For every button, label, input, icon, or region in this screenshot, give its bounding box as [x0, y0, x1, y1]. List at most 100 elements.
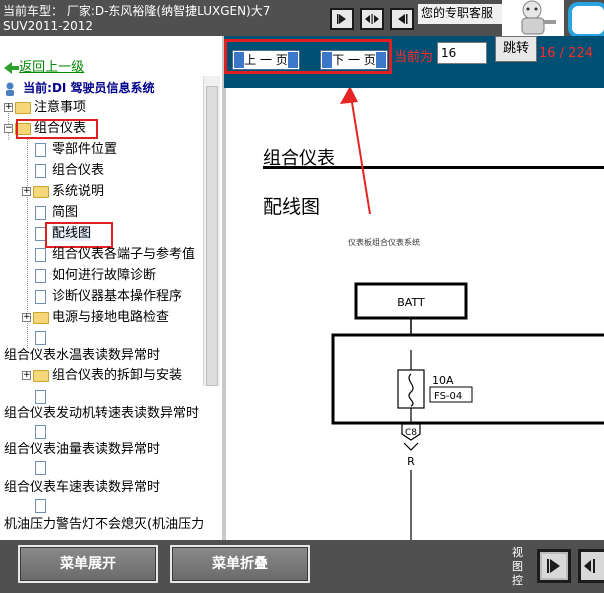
current-page-label: 当前为 [394, 50, 434, 65]
left-cap-icon [322, 52, 332, 68]
document-icon [35, 163, 46, 178]
tree-item-label: 如何进行故障诊断 [52, 268, 157, 283]
nav-right-button[interactable] [330, 8, 354, 30]
arrow-left-icon [398, 14, 408, 24]
document-icon [35, 247, 46, 262]
tree-item-oil-pressure[interactable]: 机油压力警告灯不会熄灭(机油压力 [4, 515, 204, 535]
tree-item-removal-install[interactable]: + 组合仪表的拆卸与安装 [22, 366, 182, 386]
tree-item-label: 系统说明 [52, 184, 105, 199]
folder-icon [33, 185, 49, 198]
tree-item-terminals[interactable]: 组合仪表各端子与参考值 [35, 245, 195, 265]
next-page-button[interactable]: 下 一 页 [320, 50, 388, 70]
nav-left-button[interactable] [390, 8, 414, 30]
tree-item-label: 组合仪表水温表读数异常时 [4, 348, 161, 363]
car-model-line2: SUV2011-2012 [3, 19, 94, 33]
document-icon [35, 205, 46, 220]
tree-item-label: 组合仪表油量表读数异常时 [4, 442, 161, 457]
expand-toggle-icon[interactable]: + [22, 371, 31, 380]
page-number-input[interactable] [437, 42, 487, 64]
tree-item-system-description[interactable]: + 系统说明 [22, 182, 104, 202]
back-link-row[interactable]: 返回上一级 [4, 58, 84, 78]
tree-item-power-ground[interactable]: + 电源与接地电路检查 [22, 308, 169, 328]
tree-item-doc-icon-only[interactable] [35, 496, 52, 516]
scrollbar-thumb[interactable] [206, 86, 218, 386]
prev-page-label: 上 一 页 [244, 53, 288, 67]
tree-item-fuel-gauge[interactable]: 组合仪表油量表读数异常时 [4, 440, 160, 460]
document-view: 组合仪表 配线图 仪表板组合仪表系统 BATT 10A FS-04 C8 R [226, 88, 604, 540]
nav-expand-button[interactable] [360, 8, 384, 30]
tree-item-label: 零部件位置 [52, 142, 118, 157]
tree-item-label: 组合仪表车速表读数异常时 [4, 480, 161, 495]
tree-item-diag-tool[interactable]: 诊断仪器基本操作程序 [35, 287, 182, 307]
red-annotation-arrow [340, 88, 371, 215]
view-expand-button[interactable] [578, 549, 604, 583]
tree-item-label: 注意事项 [34, 100, 87, 115]
expand-toggle-icon[interactable]: + [22, 187, 31, 196]
tree-item-notes[interactable]: + 注意事项 [4, 98, 86, 118]
tree-scrollbar[interactable] [203, 76, 220, 386]
view-next-button[interactable] [537, 549, 571, 583]
tree-item-doc-icon-only[interactable] [35, 328, 52, 348]
back-arrow-icon [4, 61, 19, 74]
tree-item-label: 组合仪表的拆卸与安装 [52, 368, 183, 383]
app-badge-icon [568, 2, 604, 36]
page-count: 16 / 224 [539, 46, 593, 61]
back-link[interactable]: 返回上一级 [19, 60, 84, 75]
folder-icon [15, 101, 31, 114]
tree-item-label: 机油压力警告灯不会熄灭(机油压力 [4, 517, 205, 532]
document-icon [35, 424, 46, 439]
document-icon [35, 460, 46, 475]
folder-icon [33, 369, 49, 382]
document-icon [35, 330, 46, 345]
arrow-right-icon [547, 559, 560, 573]
pager-highlight-box: 上 一 页 下 一 页 [224, 39, 392, 74]
service-mascot-icon [502, 0, 564, 36]
document-icon [35, 142, 46, 157]
document-icon [35, 289, 46, 304]
collapse-toggle-icon[interactable]: − [4, 124, 13, 133]
tree-item-label: 组合仪表各端子与参考值 [52, 247, 196, 262]
current-system-label: 当前:DI 驾驶员信息系统 [23, 81, 155, 95]
tree-item-label: 简图 [52, 205, 79, 220]
tree-item-tachometer[interactable]: 组合仪表发动机转速表读数异常时 [4, 404, 199, 424]
highlight-box [16, 119, 98, 139]
system-info-icon [6, 82, 14, 96]
document-toolbar: 上 一 页 下 一 页 当前为 跳转 16 / 224 [224, 36, 604, 88]
expand-toggle-icon[interactable]: + [22, 313, 31, 322]
view-control-label: 视图控 [512, 546, 523, 587]
next-page-label: 下 一 页 [332, 53, 376, 67]
document-icon [35, 389, 46, 404]
tree-item-label: 电源与接地电路检查 [52, 310, 170, 325]
tree-item-troubleshooting[interactable]: 如何进行故障诊断 [35, 266, 156, 286]
tree-item-label: 组合仪表 [52, 163, 105, 178]
document-icon [35, 268, 46, 283]
tree-item-water-temp[interactable]: 组合仪表水温表读数异常时 [4, 346, 160, 366]
menu-tree-panel: 返回上一级 当前:DI 驾驶员信息系统 + 注意事项 − 组合仪表 零部件位置 组合… [0, 36, 222, 540]
car-model-line1: 当前车型： 厂家:D-东风裕隆(纳智捷LUXGEN)大7 [3, 4, 271, 18]
expand-toggle-icon[interactable]: + [4, 103, 13, 112]
tree-item-doc-icon-only[interactable] [35, 422, 52, 442]
tree-item-doc-icon-only[interactable] [35, 458, 52, 478]
top-bar: 当前车型： 厂家:D-东风裕隆(纳智捷LUXGEN)大7 SUV2011-201… [0, 0, 604, 36]
tree-item-speedometer[interactable]: 组合仪表车速表读数异常时 [4, 478, 160, 498]
right-cap-icon [288, 52, 298, 68]
expand-arrows-icon [365, 14, 379, 24]
tree-item-label: 诊断仪器基本操作程序 [52, 289, 183, 304]
jump-button[interactable]: 跳转 [495, 36, 537, 62]
left-cap-icon [234, 52, 244, 68]
right-cap-icon [376, 52, 386, 68]
document-icon [35, 498, 46, 513]
menu-collapse-button[interactable]: 菜单折叠 [170, 545, 310, 583]
tree-item-label: 组合仪表发动机转速表读数异常时 [4, 406, 200, 421]
prev-page-button[interactable]: 上 一 页 [232, 50, 300, 70]
menu-expand-button[interactable]: 菜单展开 [18, 545, 158, 583]
tree-item-schematic[interactable]: 简图 [35, 203, 78, 223]
folder-icon [33, 311, 49, 324]
customer-service-label[interactable]: 您的专职客服 [418, 4, 503, 24]
tree-item-cluster-doc[interactable]: 组合仪表 [35, 161, 104, 181]
arrow-head-icon [340, 88, 358, 104]
expand-arrows-icon [584, 559, 595, 573]
tree-item-component-location[interactable]: 零部件位置 [35, 140, 117, 160]
current-system-row: 当前:DI 驾驶员信息系统 [4, 78, 155, 98]
arrow-right-icon [337, 14, 346, 24]
